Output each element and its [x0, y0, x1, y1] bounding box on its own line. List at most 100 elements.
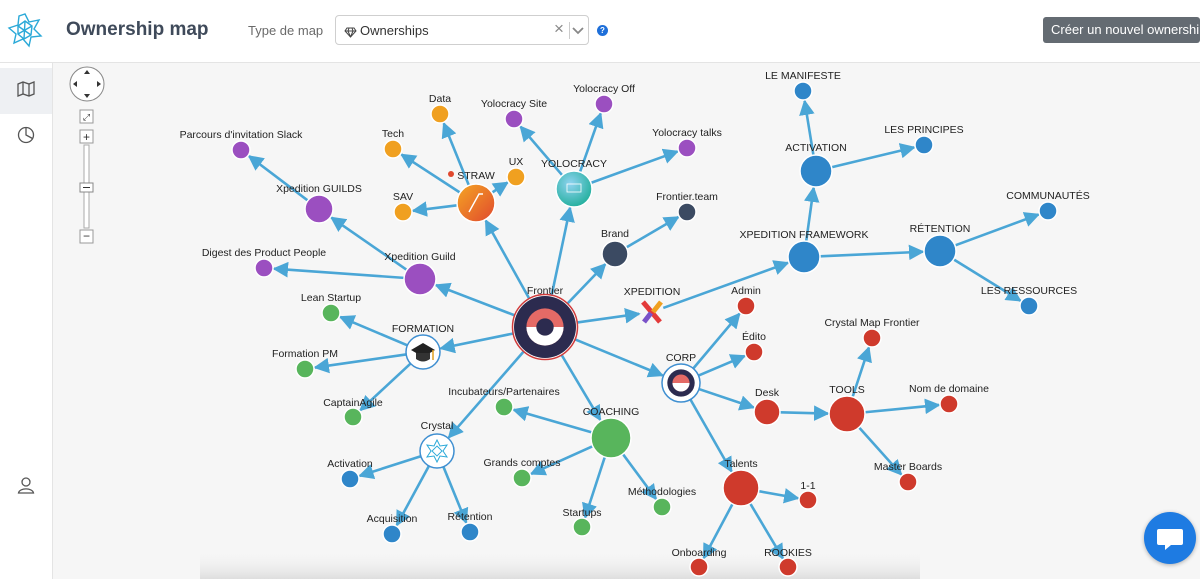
node-xpedition[interactable]	[641, 300, 663, 324]
node-corp[interactable]	[661, 363, 701, 403]
node-incub[interactable]	[494, 397, 514, 417]
node-desk[interactable]	[753, 398, 781, 426]
node-yolotalks[interactable]	[677, 138, 697, 158]
node-retention_t[interactable]	[923, 234, 957, 268]
node-yolocracy[interactable]	[555, 170, 593, 208]
node-tech[interactable]	[383, 139, 403, 159]
node-slack[interactable]	[231, 140, 251, 160]
node-crystalmap[interactable]	[862, 328, 882, 348]
edge-frontier-formation	[439, 331, 515, 354]
node-circle	[652, 497, 672, 517]
node-ux[interactable]	[506, 167, 526, 187]
node-frontierteam[interactable]	[677, 202, 697, 222]
sidebar-item-profile[interactable]	[0, 464, 52, 510]
node-yolosite[interactable]	[504, 109, 524, 129]
node-domaine[interactable]	[939, 394, 959, 414]
gem-icon	[344, 25, 357, 43]
edge-tools-domaine	[864, 398, 941, 415]
node-data[interactable]	[430, 104, 450, 124]
node-circle	[590, 417, 632, 459]
node-circle	[504, 109, 524, 129]
node-ressources[interactable]	[1019, 296, 1039, 316]
sidebar-item-map[interactable]	[0, 68, 52, 114]
ownership-map-canvas[interactable]: Frontier STRAW Data Tech UX SAV YOLOCRACY Yoloc…	[53, 63, 1200, 579]
node-principes[interactable]	[914, 135, 934, 155]
frontier-logo-core	[536, 318, 554, 336]
node-brand[interactable]	[601, 240, 629, 268]
map-type-select-value: Ownerships	[360, 23, 429, 38]
node-communautes[interactable]	[1038, 201, 1058, 221]
node-circle	[506, 167, 526, 187]
fit-button[interactable]: ⤢	[79, 109, 94, 124]
node-xframework[interactable]	[787, 240, 821, 274]
node-digest[interactable]	[254, 258, 274, 278]
node-formation[interactable]	[405, 334, 441, 370]
node-label-methodo: Méthodologies	[628, 486, 696, 498]
node-frontier[interactable]	[511, 293, 579, 361]
node-label-yolooff: Yolocracy Off	[573, 83, 635, 95]
node-edito[interactable]	[744, 342, 764, 362]
crystal-logo-icon[interactable]	[7, 12, 43, 48]
left-sidebar	[0, 63, 53, 579]
page-title: Ownership map	[66, 19, 209, 40]
node-circle	[430, 104, 450, 124]
zoom-in-button[interactable]: +	[79, 129, 94, 144]
node-label-ressources: LES RESSOURCES	[981, 285, 1077, 297]
node-xguilds[interactable]	[304, 194, 334, 224]
node-label-brand: Brand	[601, 228, 629, 240]
chat-icon	[1157, 529, 1183, 550]
node-label-oneone: 1-1	[800, 480, 815, 492]
node-label-tech: Tech	[382, 128, 404, 140]
node-label-data: Data	[429, 93, 451, 105]
node-circle	[382, 524, 402, 544]
node-oneone[interactable]	[798, 490, 818, 510]
node-lean[interactable]	[321, 303, 341, 323]
node-admin[interactable]	[736, 296, 756, 316]
node-circle	[828, 395, 866, 433]
node-acquisition[interactable]	[382, 524, 402, 544]
node-grands[interactable]	[512, 468, 532, 488]
node-formpm[interactable]	[295, 359, 315, 379]
node-xguild[interactable]	[403, 262, 437, 296]
node-activation_b[interactable]	[340, 469, 360, 489]
create-ownership-button[interactable]: Créer un nouvel ownership	[1043, 17, 1200, 43]
node-label-xframework: XPEDITION FRAMEWORK	[740, 229, 869, 241]
node-circle	[403, 262, 437, 296]
node-retention_b[interactable]	[460, 522, 480, 542]
node-circle	[778, 557, 798, 577]
zoom-controls: ⤢ + −	[69, 66, 105, 244]
node-onboarding[interactable]	[689, 557, 709, 577]
node-circle	[572, 517, 592, 537]
chevron-down-icon[interactable]	[572, 23, 584, 41]
straw-badge-icon	[448, 171, 454, 177]
node-activation_t[interactable]	[799, 154, 833, 188]
clear-selection-icon[interactable]: ×	[554, 19, 564, 39]
node-sav[interactable]	[393, 202, 413, 222]
node-master[interactable]	[898, 472, 918, 492]
map-type-select[interactable]: Ownerships ×	[335, 15, 589, 45]
ownership-graph[interactable]: Frontier STRAW Data Tech UX SAV YOLOCRACY Yoloc…	[53, 63, 1200, 579]
node-yolooff[interactable]	[594, 94, 614, 114]
map-icon	[17, 80, 35, 102]
edge-frontier-straw	[484, 219, 532, 301]
edge-desk-tools	[779, 405, 830, 421]
node-rookies[interactable]	[778, 557, 798, 577]
node-crystal[interactable]	[419, 433, 455, 469]
node-label-edito: Édito	[742, 330, 766, 343]
zoom-out-button[interactable]: −	[79, 229, 94, 244]
chat-widget-button[interactable]	[1144, 512, 1196, 564]
node-talents[interactable]	[722, 469, 760, 507]
node-startups[interactable]	[572, 517, 592, 537]
node-methodo[interactable]	[652, 497, 672, 517]
node-manifeste[interactable]	[793, 81, 813, 101]
sidebar-item-stats[interactable]	[0, 114, 52, 160]
nodes-layer	[231, 81, 1058, 577]
node-coaching[interactable]	[590, 417, 632, 459]
pan-control[interactable]	[69, 66, 105, 102]
node-circle	[898, 472, 918, 492]
node-label-crystalmap: Crystal Map Frontier	[824, 317, 920, 329]
help-icon[interactable]: ?	[597, 25, 608, 36]
edge-talents-oneone	[758, 488, 800, 504]
node-captain[interactable]	[343, 407, 363, 427]
node-tools[interactable]	[828, 395, 866, 433]
